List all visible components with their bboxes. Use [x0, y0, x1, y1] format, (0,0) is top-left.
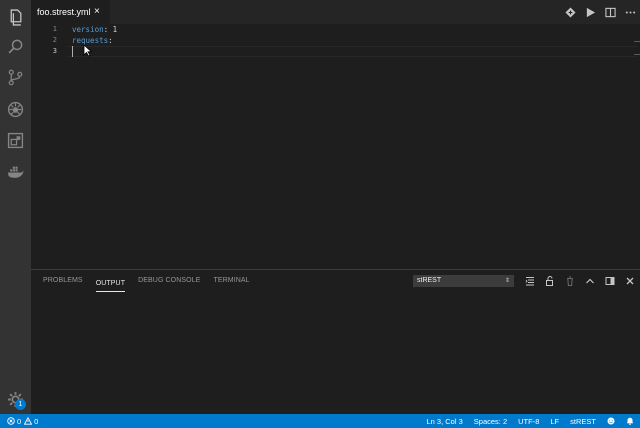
docker-icon[interactable] [0, 157, 31, 188]
cursor-position[interactable]: Ln 3, Col 3 [427, 417, 463, 426]
language-mode[interactable]: stREST [570, 417, 596, 426]
code-lines: version: 1 requests: [72, 24, 117, 57]
editor-tab-bar: foo.strest.yml × [31, 0, 640, 24]
tab-output[interactable]: OUTPUT [95, 274, 126, 292]
overview-ruler-mark [634, 41, 640, 42]
lock-scroll-icon[interactable] [540, 270, 560, 292]
settings-badge: 1 [15, 399, 26, 410]
line-number-gutter: 1 2 3 [31, 24, 67, 57]
tab-close-button[interactable]: × [94, 6, 100, 17]
extensions-icon[interactable] [0, 125, 31, 156]
split-editor-icon[interactable] [600, 0, 620, 24]
yaml-key: version [72, 25, 104, 34]
output-channel-select[interactable]: stREST ⇕ [413, 275, 514, 287]
source-control-icon[interactable] [0, 62, 31, 93]
clear-output-icon[interactable] [520, 270, 540, 292]
current-line-highlight [67, 46, 637, 57]
line-number: 1 [52, 25, 57, 33]
tab-foo-strest-yml[interactable]: foo.strest.yml × [31, 0, 110, 24]
warning-icon [24, 417, 33, 425]
activity-bar: 1 [0, 0, 31, 414]
code-line: requests: [72, 35, 117, 46]
line-number: 2 [52, 36, 57, 44]
errors-indicator[interactable]: 0 [7, 414, 21, 428]
line-number: 3 [52, 47, 57, 55]
panel-tabs: PROBLEMS OUTPUT DEBUG CONSOLE TERMINAL [43, 270, 263, 292]
explorer-icon[interactable] [0, 2, 31, 33]
feedback-smiley-icon[interactable] [607, 417, 615, 425]
text-cursor [72, 46, 73, 57]
editor-actions [560, 0, 640, 24]
debug-icon[interactable] [0, 94, 31, 125]
code-line: version: 1 [72, 24, 117, 35]
select-chevron-icon: ⇕ [504, 278, 510, 284]
tab-debug-console[interactable]: DEBUG CONSOLE [138, 270, 200, 292]
code-editor[interactable]: 1 2 3 version: 1 requests: [31, 24, 640, 269]
end-of-line[interactable]: LF [550, 417, 559, 426]
panel-actions [520, 270, 640, 292]
mouse-pointer-icon [83, 44, 92, 57]
warnings-indicator[interactable]: 0 [24, 414, 38, 428]
delete-icon[interactable] [560, 270, 580, 292]
encoding[interactable]: UTF-8 [518, 417, 539, 426]
status-bar-right: Ln 3, Col 3 Spaces: 2 UTF-8 LF stREST [416, 414, 635, 428]
error-icon [7, 417, 15, 425]
yaml-separator: : [108, 36, 113, 45]
settings-gear-icon[interactable] [0, 384, 31, 415]
warning-count: 0 [34, 416, 39, 426]
open-changes-icon[interactable] [560, 0, 580, 24]
more-actions-icon[interactable] [620, 0, 640, 24]
output-channel-value: stREST [417, 277, 442, 284]
yaml-value: 1 [112, 25, 118, 34]
toggle-panel-position-icon[interactable] [600, 270, 620, 292]
bottom-panel: PROBLEMS OUTPUT DEBUG CONSOLE TERMINAL s… [31, 269, 640, 414]
close-panel-icon[interactable] [620, 270, 640, 292]
status-bar-left: 0 0 [7, 414, 41, 428]
search-icon[interactable] [0, 31, 31, 62]
tab-terminal[interactable]: TERMINAL [213, 270, 249, 292]
indentation[interactable]: Spaces: 2 [474, 417, 507, 426]
tab-label: foo.strest.yml [37, 7, 91, 17]
yaml-separator: : [103, 25, 113, 34]
maximize-panel-icon[interactable] [580, 270, 600, 292]
overview-ruler-mark [634, 54, 640, 55]
run-icon[interactable] [580, 0, 600, 24]
tab-problems[interactable]: PROBLEMS [43, 270, 83, 292]
error-count: 0 [17, 416, 22, 426]
notifications-bell-icon[interactable] [626, 417, 634, 425]
status-bar: 0 0 Ln 3, Col 3 Spaces: 2 UTF-8 LF stRES… [0, 414, 640, 428]
